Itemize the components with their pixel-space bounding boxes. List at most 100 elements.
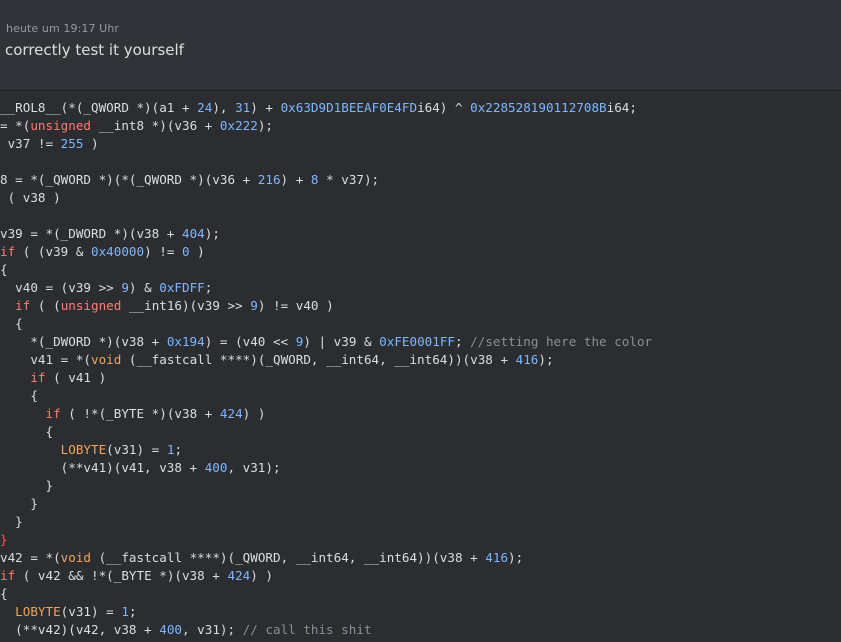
code-token: 0x194	[166, 334, 205, 349]
code-line: 8 = *(_QWORD *)(*(_QWORD *)(v36 + 216) +…	[0, 171, 652, 189]
code-line: {	[0, 585, 652, 603]
code-token: v37 !=	[0, 136, 61, 151]
code-line: }	[0, 531, 652, 549]
code-token: {	[0, 424, 54, 439]
code-token: unsigned	[30, 118, 92, 133]
code-line: v39 = *(_DWORD *)(v38 + 404);	[0, 225, 652, 243]
code-token: 0x222	[219, 118, 258, 133]
code-line: v37 != 255 )	[0, 135, 652, 153]
code-token: 404	[181, 226, 205, 241]
code-token: (__fastcall ****)(_QWORD, __int64, __int…	[121, 352, 516, 367]
code-token: (v31) =	[106, 442, 167, 457]
code-block[interactable]: __ROL8__(*(_QWORD *)(a1 + 24), 31) + 0x6…	[0, 90, 841, 642]
code-line: {	[0, 315, 652, 333]
code-line: if ( v42 && !*(_BYTE *)(v38 + 424) )	[0, 567, 652, 585]
code-token: }	[0, 532, 8, 547]
code-line: if ( (v39 & 0x40000) != 0 )	[0, 243, 652, 261]
code-token: ),	[212, 100, 236, 115]
code-token: );	[257, 118, 274, 133]
code-token: __int8 *)(v36 +	[91, 118, 220, 133]
code-token: 255	[60, 136, 84, 151]
code-token: ( v42 && !*(_BYTE *)(v38 +	[15, 568, 228, 583]
code-token: v39 = *(_DWORD *)(v38 +	[0, 226, 182, 241]
code-token: 216	[257, 172, 281, 187]
code-line: __ROL8__(*(_QWORD *)(a1 + 24), 31) + 0x6…	[0, 99, 652, 117]
code-token: ) +	[280, 172, 311, 187]
code-line: = *(unsigned __int8 *)(v36 + 0x222);	[0, 117, 652, 135]
code-token: 424	[219, 406, 243, 421]
code-token: if	[45, 406, 61, 421]
code-token: 416	[515, 352, 539, 367]
code-token: );	[508, 550, 524, 565]
code-token: (**v42)(v42, v38 +	[0, 622, 160, 637]
code-line: }	[0, 477, 652, 495]
code-token: ;	[204, 280, 213, 295]
code-token: if	[15, 298, 31, 313]
code-token: * v37);	[318, 172, 380, 187]
code-line: {	[0, 423, 652, 441]
code-token: ) = (v40 <<	[204, 334, 296, 349]
code-token: {	[0, 262, 8, 277]
code-lines: __ROL8__(*(_QWORD *)(a1 + 24), 31) + 0x6…	[0, 99, 652, 639]
code-token: if	[30, 370, 46, 385]
code-token: (v31) =	[60, 604, 122, 619]
code-token: ( (v39 &	[15, 244, 91, 259]
code-token: i64;	[606, 100, 637, 115]
code-token: 9	[121, 280, 129, 295]
code-token: , v31);	[227, 460, 281, 475]
code-token: 1	[121, 604, 129, 619]
code-token: {	[0, 586, 8, 601]
code-token: ;	[128, 604, 137, 619]
code-line: if ( v41 )	[0, 369, 652, 387]
code-token: 400	[204, 460, 228, 475]
code-token: (**v41)(v41, v38 +	[0, 460, 205, 475]
code-token: LOBYTE	[15, 604, 61, 619]
code-token: __int16)(v39 >>	[121, 298, 251, 313]
code-token: 0x40000	[91, 244, 145, 259]
code-line: }	[0, 513, 652, 531]
code-line: {	[0, 387, 652, 405]
code-token: 0xFE0001FF	[379, 334, 455, 349]
code-token: void	[91, 352, 122, 367]
code-token: ) +	[250, 100, 281, 115]
code-token: 424	[227, 568, 251, 583]
message-timestamp: heute um 19:17 Uhr	[6, 22, 120, 35]
code-token: 416	[485, 550, 509, 565]
code-token: )	[189, 244, 205, 259]
code-token: ;	[174, 442, 183, 457]
code-line: (**v41)(v41, v38 + 400, v31);	[0, 459, 652, 477]
code-line: v42 = *(void (__fastcall ****)(_QWORD, _…	[0, 549, 652, 567]
code-token: ) !=	[144, 244, 182, 259]
code-token: __ROL8__(*(_QWORD *)(a1 +	[0, 100, 198, 115]
code-token: ) | v39 &	[303, 334, 380, 349]
code-token: //setting here the color	[470, 334, 653, 349]
code-token: unsigned	[60, 298, 122, 313]
code-line: ( v38 )	[0, 189, 652, 207]
code-line: *(_DWORD *)(v38 + 0x194) = (v40 << 9) | …	[0, 333, 652, 351]
code-token: )	[83, 136, 99, 151]
code-token: void	[60, 550, 92, 565]
code-token: {	[0, 388, 38, 403]
code-line: LOBYTE(v31) = 1;	[0, 441, 652, 459]
code-token: (__fastcall ****)(_QWORD, __int64, __int…	[91, 550, 486, 565]
code-token: *(_DWORD *)(v38 +	[0, 334, 167, 349]
code-token: }	[0, 496, 38, 511]
code-token: ;	[454, 334, 471, 349]
code-token: );	[538, 352, 554, 367]
code-token: ( v38 )	[0, 190, 61, 205]
code-token: 400	[159, 622, 182, 637]
code-token: 0	[182, 244, 190, 259]
code-token: 9	[250, 298, 258, 313]
code-token: 0xFDFF	[159, 280, 205, 295]
code-line: LOBYTE(v31) = 1;	[0, 603, 652, 621]
code-line: {	[0, 261, 652, 279]
code-token: ( v41 )	[45, 370, 107, 385]
code-token: i64) ^	[417, 100, 471, 115]
code-token: ) )	[242, 406, 266, 421]
code-token: }	[0, 478, 54, 493]
